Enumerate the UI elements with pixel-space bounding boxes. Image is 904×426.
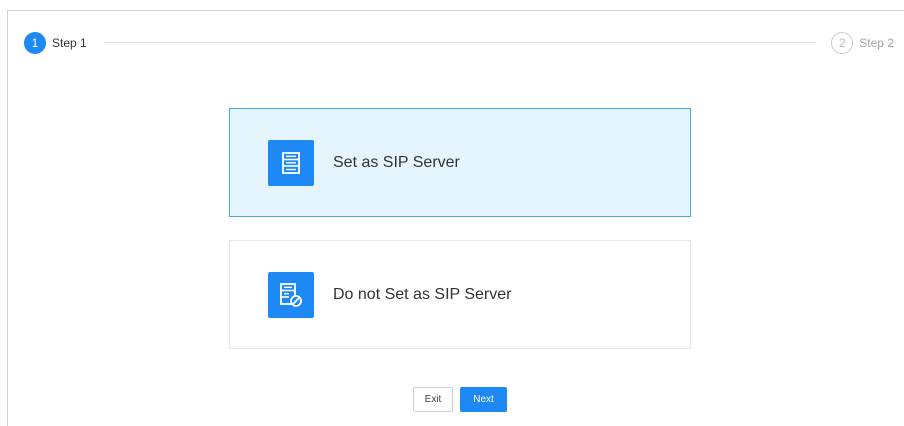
server-disabled-icon	[268, 271, 314, 318]
option-label: Do not Set as SIP Server	[333, 285, 512, 303]
option-do-not-set-as-sip-server[interactable]: Do not Set as SIP Server	[229, 240, 691, 349]
option-label: Set as SIP Server	[333, 153, 460, 171]
wizard-panel: 1 Step 1 2 Step 2 Set as SIP Server Do n…	[7, 10, 904, 426]
step-2: 2 Step 2	[831, 31, 894, 55]
next-button[interactable]: Next	[460, 387, 507, 412]
step-2-number: 2	[831, 32, 854, 54]
step-2-label: Step 2	[859, 36, 894, 50]
stepper-connector	[104, 42, 816, 43]
step-1-number: 1	[24, 32, 46, 54]
option-set-as-sip-server[interactable]: Set as SIP Server	[229, 108, 691, 217]
server-icon	[268, 139, 314, 186]
step-1: 1 Step 1	[24, 31, 87, 55]
step-1-label: Step 1	[52, 36, 87, 50]
exit-button[interactable]: Exit	[413, 387, 453, 412]
